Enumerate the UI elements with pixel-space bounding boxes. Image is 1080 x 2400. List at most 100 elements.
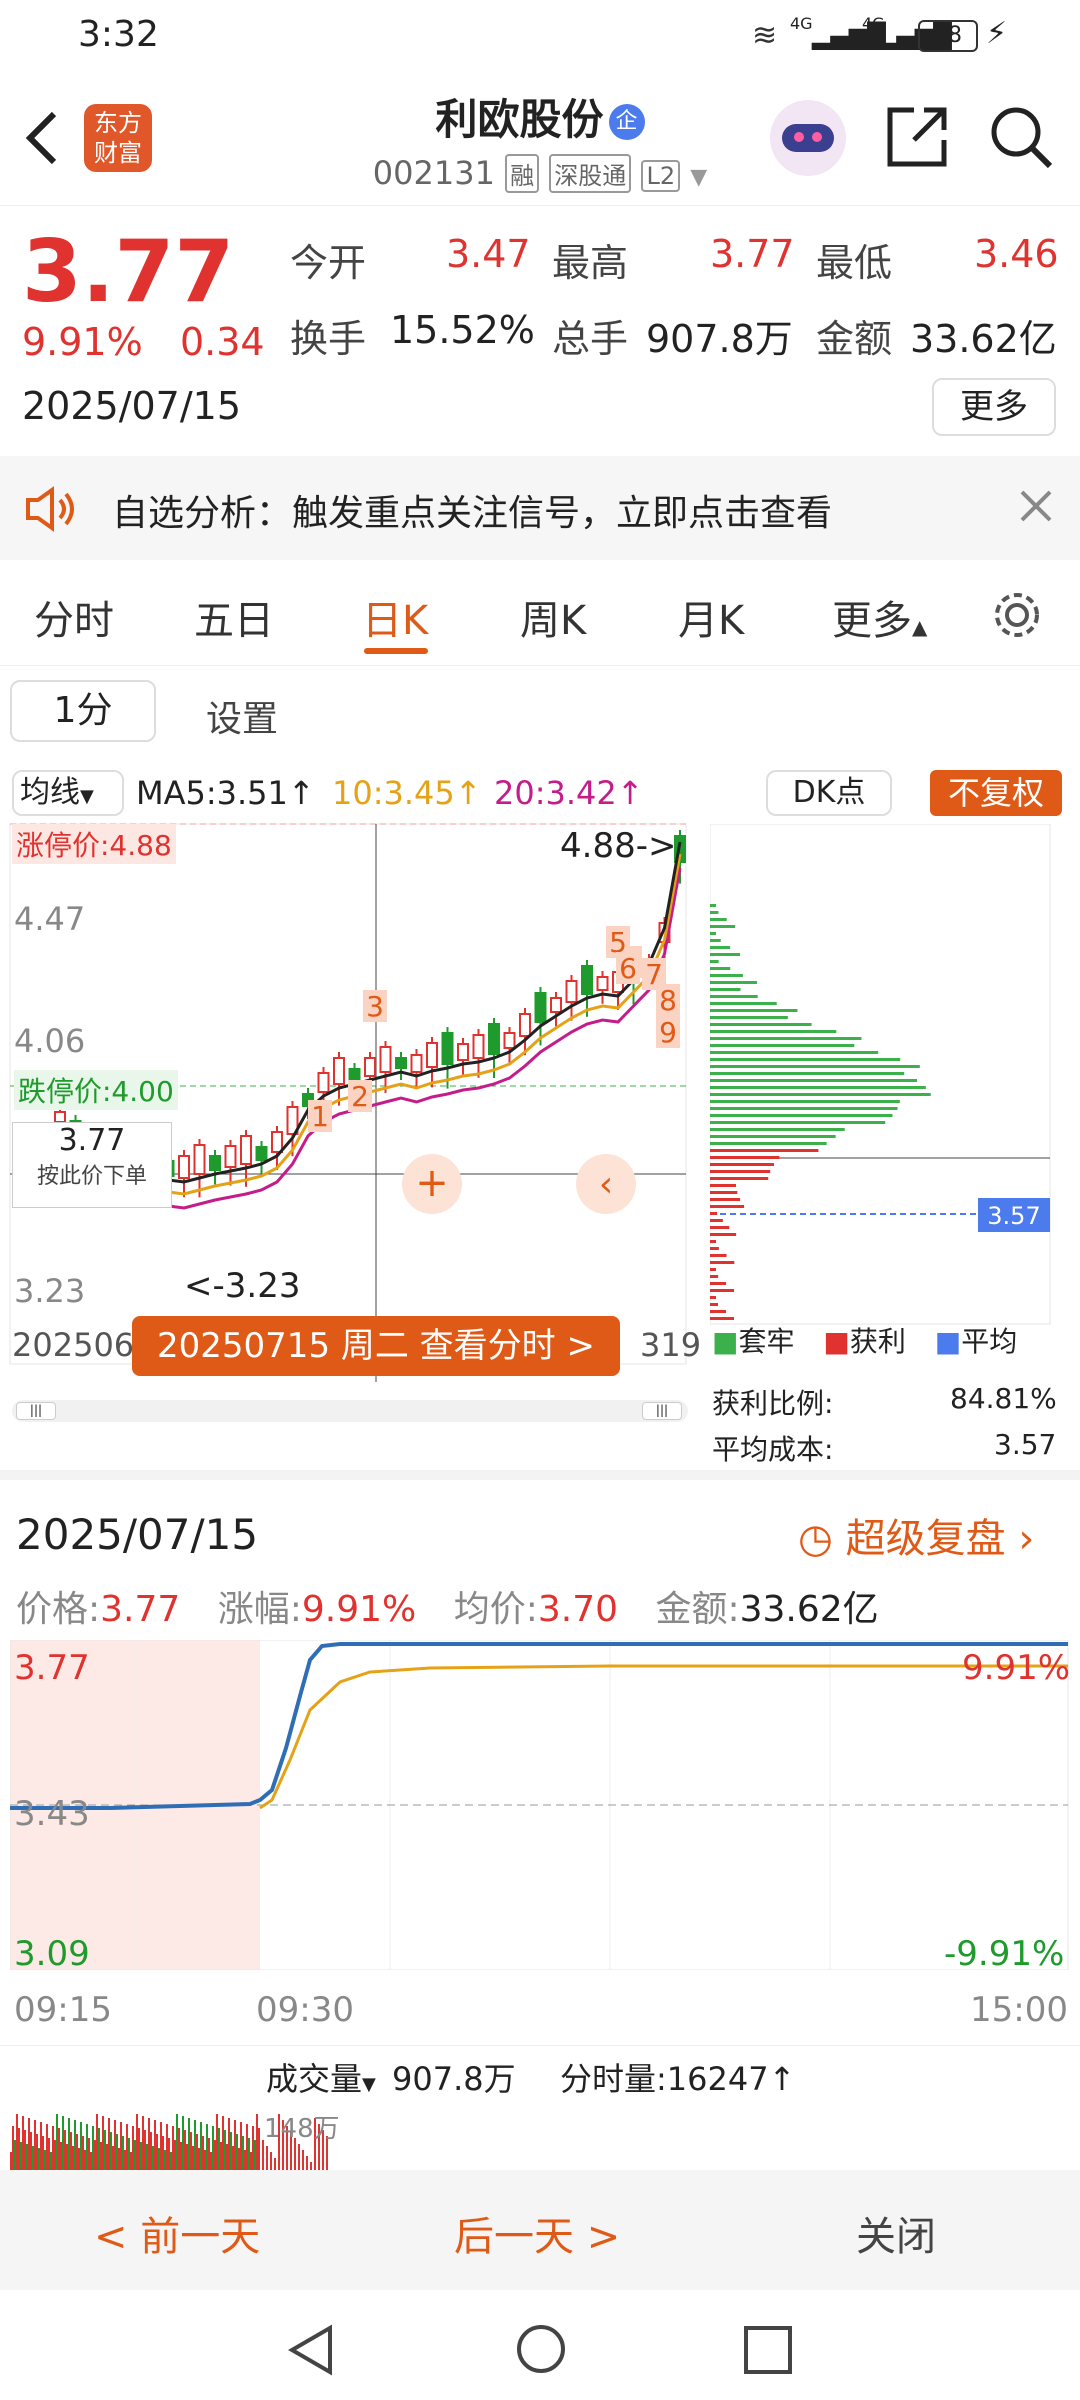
candle-body <box>271 1131 283 1153</box>
tag-margin: 融 <box>505 154 540 193</box>
avg-value: 3.70 <box>537 1589 619 1630</box>
intraday-volume: 907.8万 <box>392 2060 516 2098</box>
scroll-handle-right[interactable]: ||| <box>642 1402 682 1420</box>
x-label-left: 202506 <box>12 1326 135 1364</box>
tab-monthly-k[interactable]: 月K <box>678 588 744 646</box>
more-button[interactable]: 更多 <box>932 378 1056 436</box>
chip-bar <box>710 1219 723 1222</box>
candle-body <box>379 1046 392 1073</box>
chip-bar <box>710 1275 719 1278</box>
chip-bar <box>710 1114 893 1117</box>
intraday-date: 2025/07/15 <box>16 1510 259 1559</box>
alert-banner[interactable]: 自选分析：触发重点关注信号，立即点击查看 <box>0 456 1080 560</box>
adjust-mode-button[interactable]: 不复权 <box>930 770 1062 816</box>
candle-body <box>565 980 578 1003</box>
x-label-right: 319 <box>640 1326 702 1364</box>
chip-bar <box>710 904 716 907</box>
tab-weekly-k[interactable]: 周K <box>520 588 586 646</box>
avg-cost-label: 平均成本: <box>712 1433 834 1466</box>
volume-value: 907.8万 <box>646 317 793 361</box>
chip-bar <box>710 1240 716 1243</box>
chip-bar <box>710 1205 745 1208</box>
time-start: 09:15 <box>14 1990 112 2030</box>
svg-text:‹: ‹ <box>599 1164 613 1205</box>
candle-body <box>596 976 609 991</box>
volume-selector[interactable]: 成交量▼ <box>266 2054 376 2100</box>
candle-body <box>395 1057 407 1069</box>
chip-bar <box>710 1093 931 1096</box>
chart-settings-button[interactable]: 设置 <box>206 690 278 742</box>
super-replay-button[interactable]: ◷ 超级复盘 › <box>798 1506 1034 1564</box>
chip-bar <box>710 946 731 949</box>
tab-more[interactable]: 更多▲ <box>832 588 927 646</box>
candle-body <box>333 1057 345 1085</box>
chip-bar <box>710 911 719 914</box>
amount-value: 33.62亿 <box>910 317 1057 361</box>
share-icon[interactable] <box>884 104 950 170</box>
seq-marker-number: 2 <box>351 1080 369 1113</box>
robot-avatar-icon[interactable] <box>770 100 846 176</box>
price-label: 价格: <box>16 1589 101 1630</box>
chip-bar <box>710 1072 905 1075</box>
chip-bar <box>710 1191 738 1194</box>
cursor-price-box[interactable]: 3.77 按此价下单 <box>12 1122 172 1208</box>
dropdown-icon[interactable]: ▼ <box>690 165 707 190</box>
chip-bar <box>710 1184 736 1187</box>
chip-distribution-chart[interactable]: 3.57 <box>710 824 1052 1364</box>
wifi-icon: ≋ <box>752 18 778 53</box>
recents-square-icon[interactable] <box>742 2324 794 2376</box>
search-icon[interactable] <box>988 104 1054 170</box>
qi-badge: 企 <box>608 104 645 140</box>
price-value: 3.77 <box>100 1589 181 1630</box>
candle-body <box>317 1072 330 1093</box>
view-intraday-button[interactable]: 20250715 周二 查看分时 > <box>132 1316 620 1376</box>
back-triangle-icon[interactable] <box>286 2322 336 2378</box>
clock: 3:32 <box>78 14 159 55</box>
triangle-up-icon: ▲ <box>912 615 928 639</box>
caret-down-icon: ▼ <box>80 786 94 807</box>
previous-day-button[interactable]: < 前一天 <box>94 2204 260 2262</box>
candle-body <box>457 1043 469 1061</box>
settings-gear-icon[interactable] <box>990 588 1044 642</box>
low-price-tag: <-3.23 <box>184 1266 301 1306</box>
tab-intraday[interactable]: 分时 <box>34 588 114 646</box>
close-button[interactable]: 关闭 <box>856 2204 936 2262</box>
tab-more-label: 更多 <box>832 598 912 644</box>
candle-body <box>550 997 562 1013</box>
legend-swatch-locked: ■ <box>712 1325 739 1358</box>
y-label-high: 4.47 <box>14 900 86 938</box>
period-select-button[interactable]: 1分 <box>10 680 156 742</box>
open-label: 今开 <box>290 241 367 285</box>
chip-bar <box>710 925 736 928</box>
close-icon[interactable] <box>1018 488 1054 524</box>
chip-bar <box>710 953 741 956</box>
tab-daily-k[interactable]: 日K <box>362 588 428 646</box>
candle-body <box>534 992 547 1023</box>
intraday-chart[interactable] <box>10 1640 1070 1970</box>
seq-marker-number: 8 <box>659 984 677 1017</box>
home-circle-icon[interactable] <box>514 2322 568 2376</box>
legend-locked: 套牢 <box>738 1325 795 1358</box>
stock-name: 利欧股份 <box>435 95 604 144</box>
chip-bar <box>710 1261 735 1264</box>
day-navigation: < 前一天 后一天 > 关闭 <box>0 2170 1080 2290</box>
active-tab-indicator <box>364 648 428 654</box>
next-day-button[interactable]: 后一天 > <box>454 2204 620 2262</box>
open-value: 3.47 <box>446 232 531 276</box>
candle-body <box>364 1057 376 1077</box>
intraday-y-top: 3.77 <box>14 1648 90 1688</box>
chip-bar <box>710 1233 737 1236</box>
legend-swatch-avg: ■ <box>934 1325 962 1358</box>
scroll-handle-left[interactable]: ||| <box>16 1402 56 1420</box>
chip-bar <box>710 918 727 921</box>
chart-scrollbar[interactable]: ||| ||| <box>12 1400 688 1422</box>
kline-area: 均线▼ MA5:3.51↑ 10:3.45↑ 20:3.42↑ DK点 不复权 … <box>0 760 1080 1466</box>
chip-bar <box>710 1009 798 1012</box>
tab-five-day[interactable]: 五日 <box>194 588 274 646</box>
stock-code: 002131 <box>372 154 495 192</box>
intraday-panel: 2025/07/15 ◷ 超级复盘 › 价格:3.77 涨幅:9.91% 均价:… <box>0 1470 1080 2182</box>
high-value: 3.77 <box>710 232 795 276</box>
dk-point-button[interactable]: DK点 <box>766 770 892 816</box>
ma-type-select[interactable]: 均线▼ <box>12 770 124 816</box>
chip-bar <box>710 1163 774 1166</box>
